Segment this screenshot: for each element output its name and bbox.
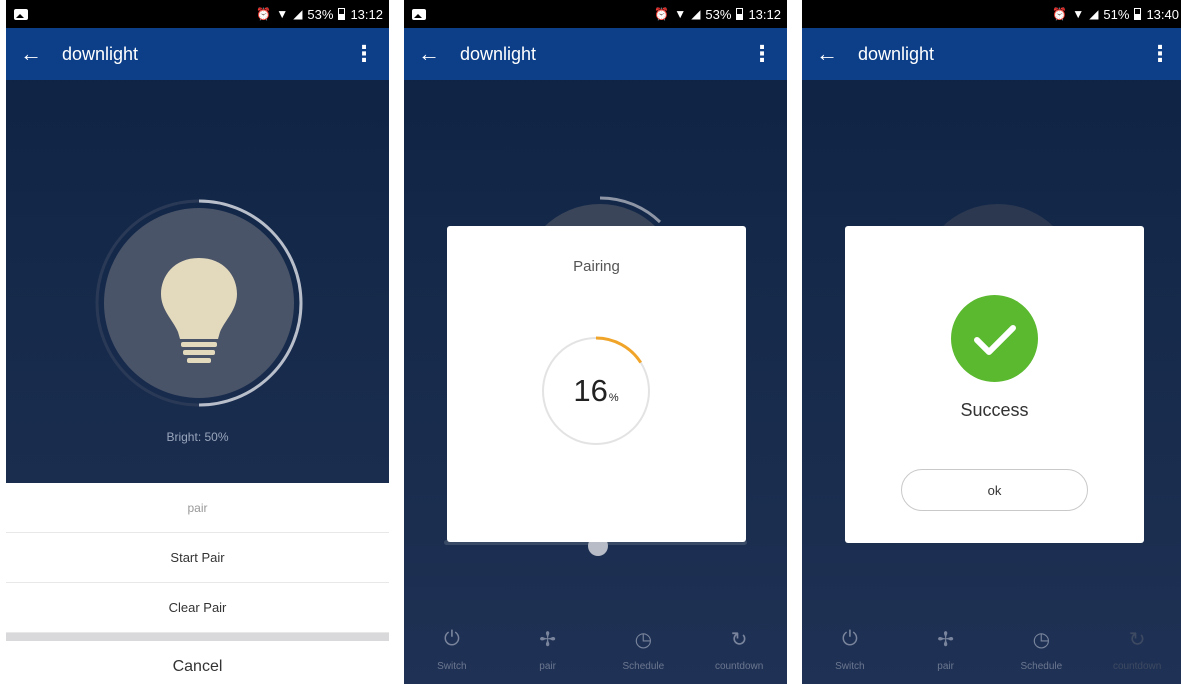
tab-label: pair — [937, 660, 954, 672]
tab-label: pair — [539, 660, 556, 672]
phone-screen-pairing: ⏰ ▼ ◢ 53% 13:12 ← downlight ⋮ ⏻ Switch ✢… — [404, 0, 787, 684]
battery-percent: 53% — [705, 6, 732, 22]
bottom-tab-bar: ⏻ Switch ✢ pair ◷ Schedule ↻ countdown — [802, 614, 1181, 684]
page-title: downlight — [460, 43, 537, 64]
brightness-label: Bright: 50% — [166, 430, 229, 444]
tab-switch[interactable]: ⏻ Switch — [412, 627, 492, 672]
signal-icon: ◢ — [691, 7, 701, 21]
power-icon: ⏻ — [443, 628, 460, 650]
progress-unit: % — [608, 392, 619, 404]
app-bar: ← downlight ⋮ — [802, 28, 1181, 80]
battery-icon — [338, 8, 346, 20]
success-badge — [951, 295, 1038, 382]
back-arrow-icon[interactable]: ← — [418, 41, 446, 67]
back-arrow-icon[interactable]: ← — [20, 41, 48, 67]
page-title: downlight — [62, 43, 139, 64]
clear-pair-button[interactable]: Clear Pair — [6, 583, 389, 633]
clock-time: 13:40 — [1146, 6, 1179, 22]
battery-percent: 53% — [307, 6, 334, 22]
signal-icon: ◢ — [293, 7, 303, 21]
battery-icon — [736, 8, 744, 20]
status-bar: ⏰ ▼ ◢ 53% 13:12 — [6, 0, 389, 28]
app-bar: ← downlight ⋮ — [6, 28, 389, 80]
success-dialog: Success ok — [845, 226, 1144, 543]
alarm-icon: ⏰ — [1052, 7, 1068, 21]
sheet-divider — [6, 633, 389, 641]
pair-icon: ✢ — [539, 629, 556, 651]
ok-button[interactable]: ok — [901, 469, 1088, 511]
tab-label: Schedule — [1020, 660, 1063, 672]
countdown-icon: ↻ — [1128, 629, 1146, 651]
battery-percent: 51% — [1103, 6, 1130, 22]
alarm-icon: ⏰ — [256, 7, 272, 21]
back-arrow-icon[interactable]: ← — [816, 41, 844, 67]
start-pair-button[interactable]: Start Pair — [6, 533, 389, 583]
brightness-dial[interactable] — [94, 198, 304, 408]
checkmark-icon — [974, 325, 1016, 355]
clock-icon: ◷ — [1032, 629, 1051, 651]
wifi-icon: ▼ — [1072, 7, 1085, 21]
pairing-dialog: Pairing 16 % — [447, 226, 746, 542]
success-message: Success — [960, 400, 1029, 420]
image-icon — [14, 8, 28, 20]
light-bulb-icon — [161, 258, 237, 363]
countdown-icon: ↻ — [730, 629, 748, 651]
progress-value: 16 — [573, 373, 608, 408]
tab-schedule[interactable]: ◷ Schedule — [1001, 627, 1081, 672]
status-bar: ⏰ ▼ ◢ 53% 13:12 — [404, 0, 787, 28]
phone-screen-brightness: ⏰ ▼ ◢ 53% 13:12 ← downlight ⋮ Bright: 50… — [6, 0, 389, 684]
pair-action-sheet: pair Start Pair Clear Pair Cancel — [6, 483, 389, 684]
tab-label: Switch — [835, 660, 865, 672]
tab-schedule[interactable]: ◷ Schedule — [603, 627, 683, 672]
page-title: downlight — [858, 43, 935, 64]
wifi-icon: ▼ — [674, 7, 687, 21]
overflow-menu-icon[interactable]: ⋮ — [1149, 43, 1171, 65]
tab-pair[interactable]: ✢ pair — [508, 627, 588, 672]
tab-countdown[interactable]: ↻ countdown — [1097, 627, 1177, 672]
pair-icon: ✢ — [937, 629, 954, 651]
progress-readout: 16 % — [539, 334, 653, 448]
tab-label: countdown — [1112, 660, 1162, 672]
power-icon: ⏻ — [841, 628, 858, 650]
tab-pair[interactable]: ✢ pair — [906, 627, 986, 672]
tab-switch[interactable]: ⏻ Switch — [810, 627, 890, 672]
image-icon — [412, 8, 426, 20]
signal-icon: ◢ — [1089, 7, 1099, 21]
battery-icon — [1134, 8, 1142, 20]
tab-label: countdown — [714, 660, 764, 672]
alarm-icon: ⏰ — [654, 7, 670, 21]
sheet-title: pair — [6, 483, 389, 533]
cancel-button[interactable]: Cancel — [6, 641, 389, 684]
app-bar: ← downlight ⋮ — [404, 28, 787, 80]
bottom-tab-bar: ⏻ Switch ✢ pair ◷ Schedule ↻ countdown — [404, 614, 787, 684]
overflow-menu-icon[interactable]: ⋮ — [353, 43, 375, 65]
tab-label: Schedule — [622, 660, 665, 672]
phone-screen-success: ⏰ ▼ ◢ 51% 13:40 ← downlight ⋮ ⏻ Switch ✢… — [802, 0, 1181, 684]
wifi-icon: ▼ — [276, 7, 289, 21]
overflow-menu-icon[interactable]: ⋮ — [751, 43, 773, 65]
clock-time: 13:12 — [350, 6, 383, 22]
dialog-title: Pairing — [573, 258, 620, 275]
clock-time: 13:12 — [748, 6, 781, 22]
tab-countdown[interactable]: ↻ countdown — [699, 627, 779, 672]
status-bar: ⏰ ▼ ◢ 51% 13:40 — [802, 0, 1181, 28]
clock-icon: ◷ — [634, 629, 653, 651]
tab-label: Switch — [437, 660, 467, 672]
